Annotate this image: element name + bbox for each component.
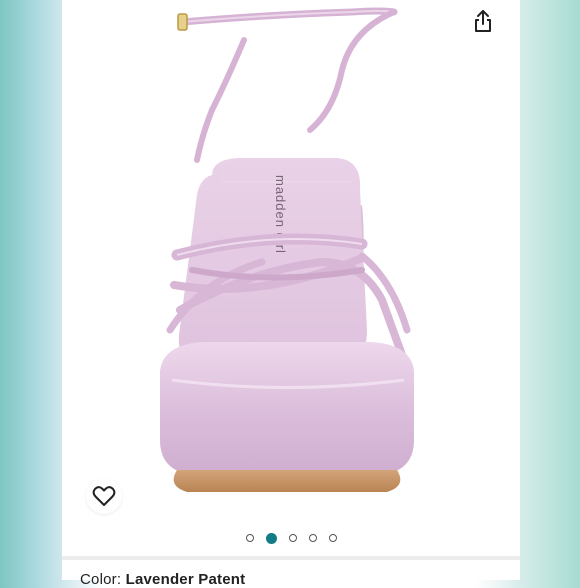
section-divider	[62, 556, 520, 560]
product-card: madden girl Color: Lavender Patent	[62, 0, 520, 588]
carousel-dot[interactable]	[288, 534, 297, 542]
carousel-dot[interactable]	[328, 534, 337, 542]
share-icon	[475, 10, 491, 32]
sandal-illustration: madden girl	[160, 7, 414, 492]
product-image[interactable]: madden girl	[62, 0, 520, 522]
carousel-indicators	[62, 522, 520, 554]
share-button[interactable]	[468, 6, 498, 36]
carousel-dot[interactable]	[245, 534, 254, 542]
favorite-button[interactable]	[86, 478, 122, 514]
heart-outline-icon	[92, 486, 116, 506]
carousel-dot[interactable]	[308, 534, 317, 542]
carousel-dot-active[interactable]	[265, 532, 277, 544]
